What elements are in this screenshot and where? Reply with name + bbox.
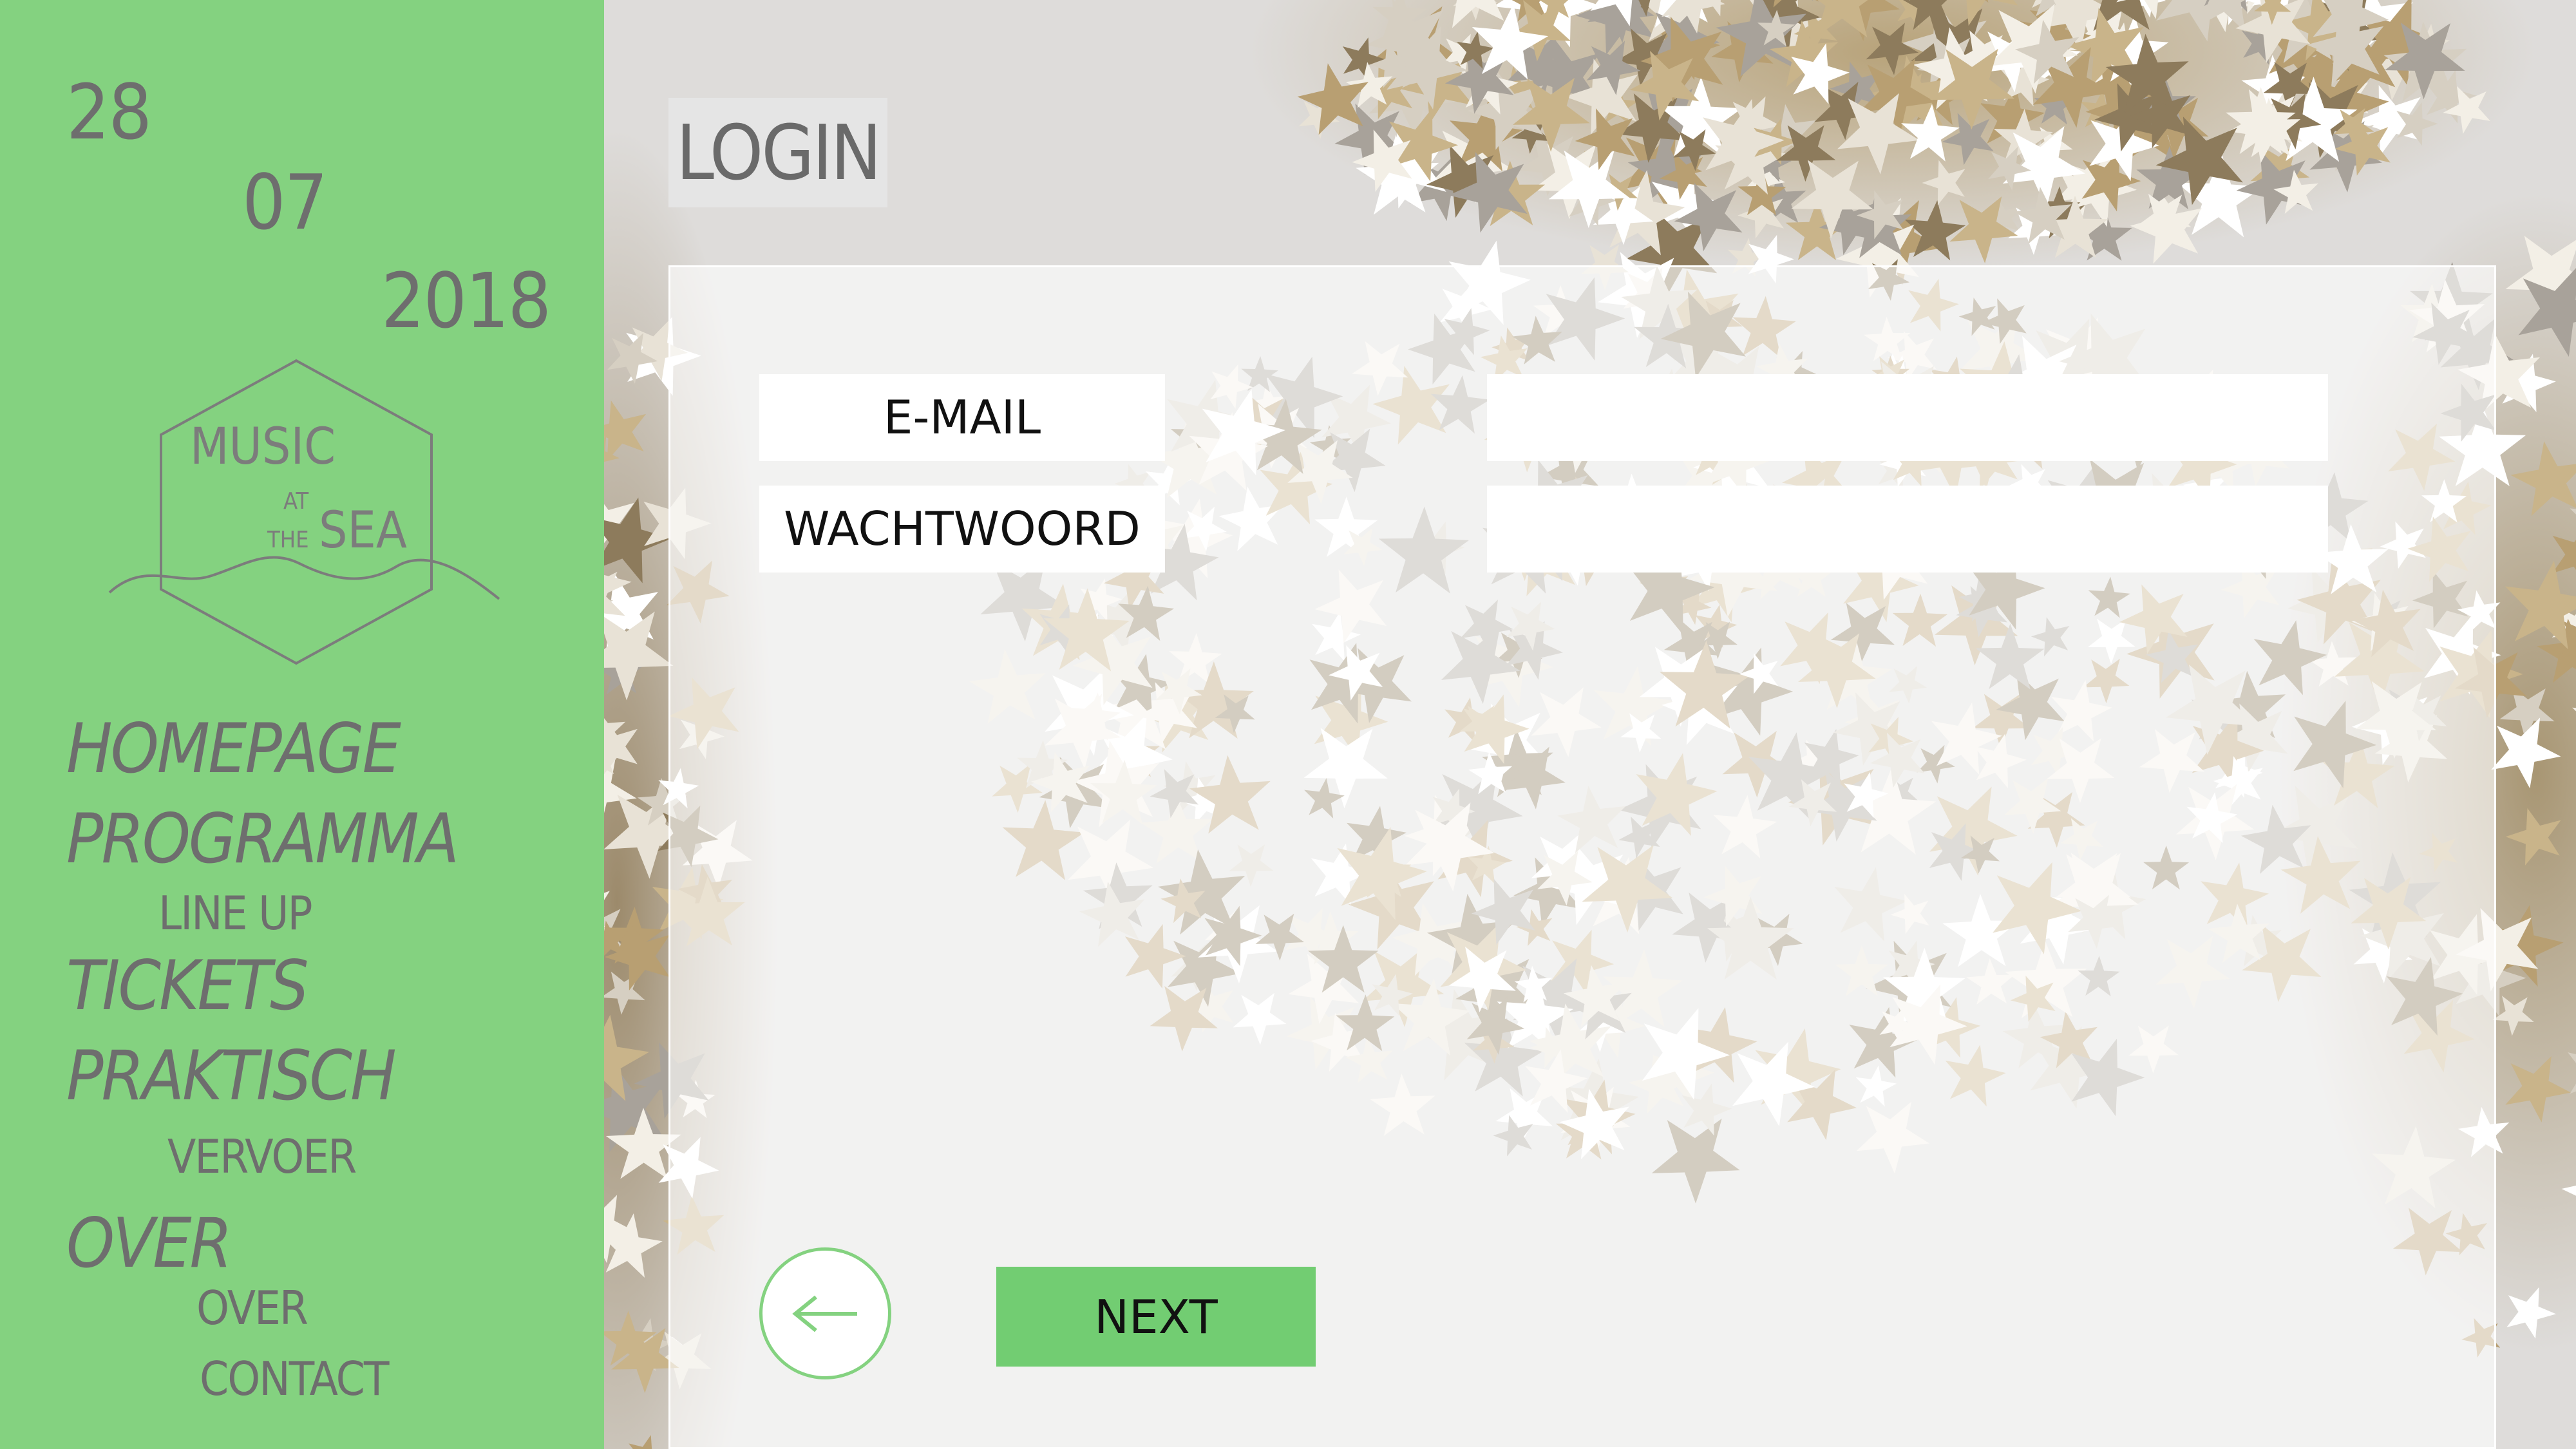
nav-item-over[interactable]: OVER: [66, 1209, 232, 1278]
nav-subitem-contact[interactable]: CONTACT: [200, 1356, 389, 1402]
logo-text-sea: SEA: [319, 502, 407, 560]
date-month: 07: [242, 158, 328, 247]
next-button[interactable]: NEXT: [996, 1267, 1316, 1367]
logo-text-the: THE: [267, 527, 309, 553]
email-label: E-MAIL: [759, 374, 1165, 461]
logo-text-music: MUSIC: [190, 418, 336, 476]
nav-item-tickets[interactable]: TICKETS: [66, 952, 308, 1020]
confetti-star: [2557, 1028, 2576, 1108]
confetti-star: [622, 1430, 670, 1449]
nav-subitem-over[interactable]: OVER: [196, 1285, 308, 1331]
date-day: 28: [66, 68, 152, 156]
logo-text-at: AT: [283, 488, 308, 515]
confetti-star: [2493, 1041, 2576, 1128]
password-field[interactable]: [1487, 486, 2328, 573]
music-at-the-sea-logo[interactable]: MUSIC AT THE SEA: [106, 354, 506, 676]
nav-item-praktisch[interactable]: PRAKTISCH: [66, 1042, 397, 1110]
nav-subitem-vervoer[interactable]: VERVOER: [167, 1133, 357, 1180]
login-panel: E-MAIL WACHTWOORD NEXT: [668, 265, 2496, 1449]
email-field[interactable]: [1487, 374, 2328, 461]
confetti-star: [2556, 1156, 2576, 1226]
nav-item-homepage[interactable]: HOMEPAGE: [66, 715, 401, 783]
arrow-left-icon: [791, 1295, 857, 1332]
confetti-star: [2499, 796, 2576, 875]
sidebar: 28 07 2018 MUSIC AT THE SEA HOMEPAGE PRO…: [0, 0, 604, 1449]
confetti-star: [2497, 1278, 2563, 1343]
main-content: LOGIN E-MAIL WACHTWOORD NEXT: [604, 0, 2576, 1449]
page-title: LOGIN: [668, 98, 887, 207]
password-label: WACHTWOORD: [759, 486, 1165, 573]
date-year: 2018: [381, 256, 551, 345]
confetti-star: [2568, 687, 2576, 748]
back-button[interactable]: [759, 1247, 891, 1379]
confetti-star: [1917, 150, 1978, 213]
nav-item-programma[interactable]: PROGRAMMA: [66, 805, 459, 873]
nav-subitem-line-up[interactable]: LINE UP: [158, 890, 313, 936]
